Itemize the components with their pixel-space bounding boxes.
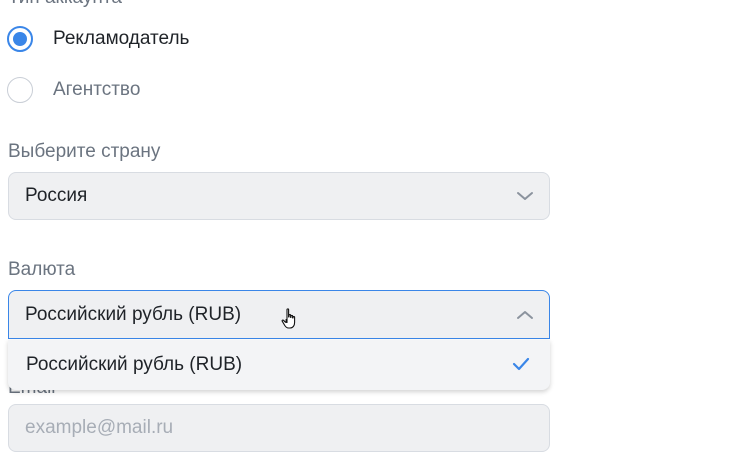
- radio-advertiser[interactable]: Рекламодатель: [7, 25, 189, 53]
- country-select-value: Россия: [25, 185, 88, 206]
- chevron-up-icon: [517, 310, 533, 319]
- currency-dropdown: Российский рубль (RUB): [8, 340, 550, 390]
- currency-select-value: Российский рубль (RUB): [25, 303, 242, 325]
- currency-select[interactable]: Российский рубль (RUB): [8, 290, 550, 339]
- checkmark-icon: [512, 357, 530, 371]
- account-type-label: Тип аккаунта: [8, 0, 122, 9]
- radio-agency-label: Агентство: [53, 79, 141, 100]
- radio-unchecked-indicator[interactable]: [7, 77, 33, 103]
- email-input[interactable]: [8, 404, 550, 452]
- hand-pointer-icon: [281, 308, 296, 329]
- currency-option-label: Российский рубль (RUB): [26, 354, 243, 375]
- country-label: Выберите страну: [8, 141, 161, 162]
- currency-label: Валюта: [8, 259, 76, 280]
- chevron-down-icon: [517, 192, 533, 200]
- radio-checked-indicator[interactable]: [7, 26, 33, 52]
- country-select[interactable]: Россия: [8, 172, 550, 220]
- radio-agency[interactable]: Агентство: [7, 76, 140, 104]
- radio-advertiser-label: Рекламодатель: [53, 28, 190, 49]
- currency-option-rub[interactable]: Российский рубль (RUB): [8, 340, 550, 390]
